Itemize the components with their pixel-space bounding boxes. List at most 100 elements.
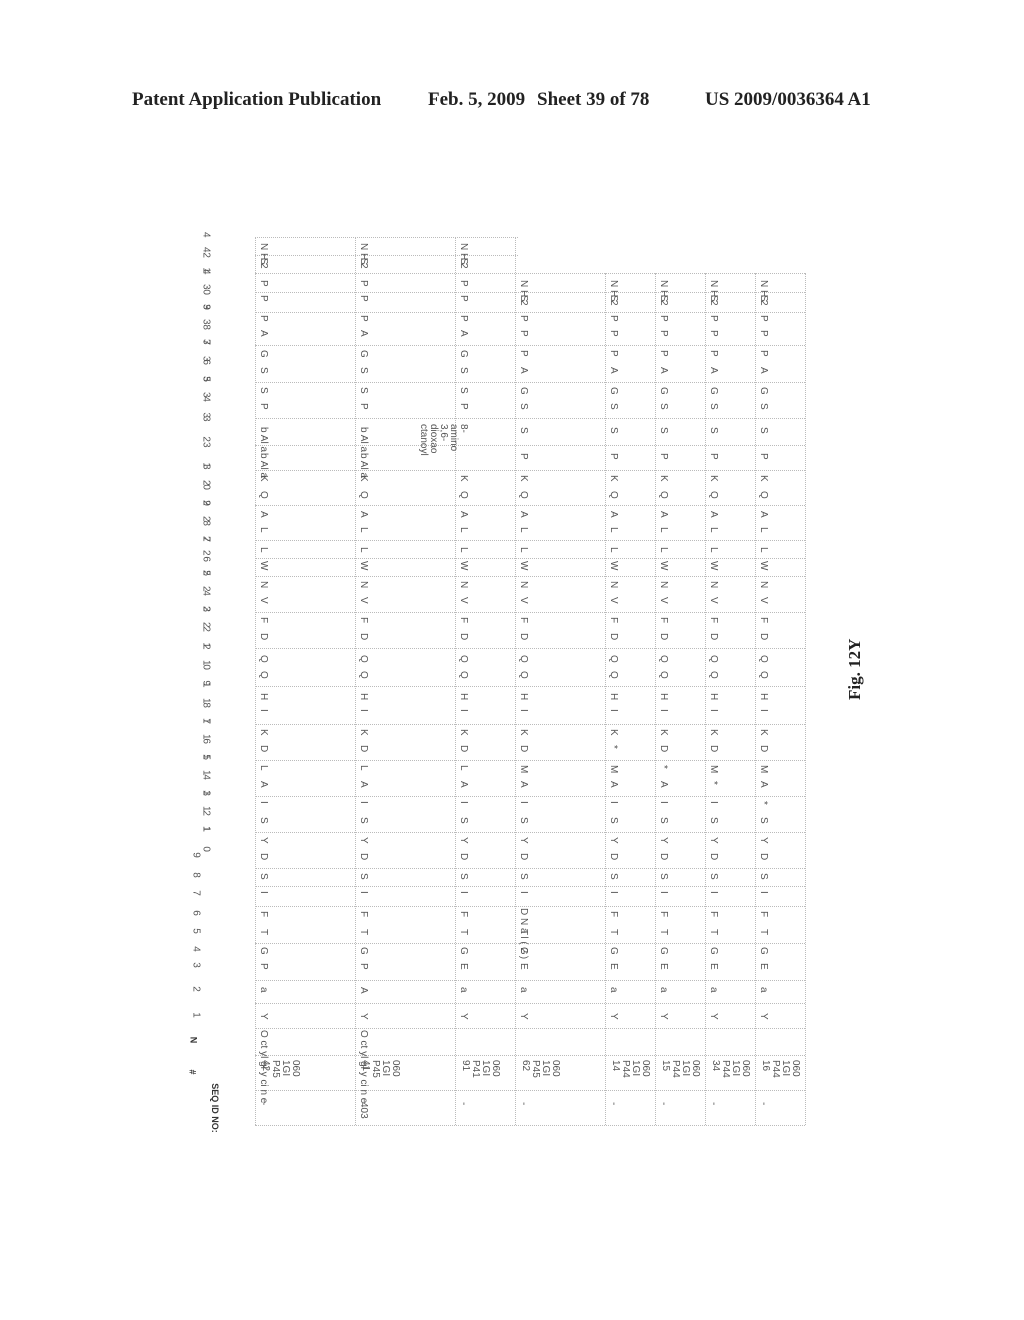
- residue-cell: A: [518, 781, 529, 788]
- row-divider: [255, 1055, 805, 1056]
- residue-cell: a: [458, 987, 469, 993]
- residue-cell: K: [708, 475, 719, 482]
- residue-cell: F: [758, 617, 769, 624]
- seq-id-header-text: SEQ ID NO:: [209, 1083, 220, 1133]
- residue-cell: a: [708, 987, 719, 993]
- residue-cell: S: [518, 295, 529, 302]
- row-divider: [255, 345, 805, 346]
- row-divider: [255, 292, 805, 293]
- residue-cell: S: [608, 873, 619, 880]
- residue-cell: F: [708, 911, 719, 918]
- residue-cell: H: [758, 693, 769, 701]
- residue-cell: A: [608, 781, 619, 788]
- residue-cell: E: [758, 963, 769, 970]
- residue-cell: N: [658, 581, 669, 589]
- residue-cell: W: [258, 561, 269, 571]
- residue-cell: K: [358, 475, 369, 482]
- residue-cell: F: [658, 617, 669, 624]
- column-divider: [705, 273, 706, 1125]
- residue-cell: P: [518, 330, 529, 337]
- row-divider: [255, 943, 805, 944]
- residue-cell: D: [658, 853, 669, 861]
- residue-cell: D: [258, 633, 269, 641]
- residue-cell: K: [608, 475, 619, 482]
- residue-cell: N: [608, 581, 619, 589]
- residue-cell: S: [608, 295, 619, 302]
- residue-cell: P: [358, 315, 369, 322]
- residue-cell: Y: [758, 1013, 769, 1020]
- residue-cell: S: [708, 873, 719, 880]
- seq-id-number: -: [658, 1102, 669, 1106]
- seq-id-number: -: [518, 1102, 529, 1106]
- residue-cell: A: [518, 367, 529, 374]
- residue-cell: E: [518, 963, 529, 970]
- residue-cell: Y: [708, 1013, 719, 1020]
- row-divider: [255, 273, 805, 274]
- residue-cell: P: [658, 453, 669, 460]
- row-divider: [255, 445, 805, 446]
- residue-cell: A: [658, 781, 669, 788]
- residue-cell: D: [258, 745, 269, 753]
- residue-cell: Q: [358, 491, 369, 499]
- residue-cell: K: [758, 729, 769, 736]
- residue-cell: I: [658, 709, 669, 712]
- residue-cell: P: [258, 295, 269, 302]
- position-label: 3 3: [190, 392, 230, 424]
- residue-cell: *: [758, 801, 769, 805]
- residue-cell: E: [608, 963, 619, 970]
- residue-cell: G: [758, 387, 769, 395]
- residue-cell: M: [708, 765, 719, 774]
- residue-cell: D: [458, 853, 469, 861]
- residue-cell: L: [358, 527, 369, 533]
- row-divider: [255, 980, 805, 981]
- residue-cell: P: [458, 315, 469, 322]
- residue-cell: K: [658, 729, 669, 736]
- residue-cell: I: [518, 709, 529, 712]
- residue-cell: D: [518, 633, 529, 641]
- residue-cell: F: [608, 617, 619, 624]
- seq-id-number: -: [758, 1102, 769, 1106]
- row-divider: [255, 558, 805, 559]
- residue-cell: a: [518, 987, 529, 993]
- residue-cell: Y: [658, 1013, 669, 1020]
- residue-cell: Y: [608, 1013, 619, 1020]
- row-divider: [255, 576, 805, 577]
- residue-cell: S: [258, 387, 269, 394]
- residue-cell: W: [518, 561, 529, 571]
- residue-cell: Q: [258, 491, 269, 499]
- residue-cell: K: [258, 729, 269, 736]
- residue-cell: A: [458, 781, 469, 788]
- residue-cell: G: [258, 947, 269, 955]
- residue-cell: Q: [758, 491, 769, 499]
- residue-cell: P: [708, 350, 719, 357]
- position-number: 9: [190, 852, 202, 864]
- sequence-id-cell: 060 1GI P44 14: [610, 1060, 651, 1078]
- residue-cell: P: [658, 330, 669, 337]
- row-divider: [255, 686, 805, 687]
- residue-cell: P: [358, 963, 369, 970]
- residue-cell: F: [258, 617, 269, 624]
- row-divider: [255, 1125, 805, 1126]
- residue-cell: I: [258, 891, 269, 894]
- residue-cell: Q: [658, 671, 669, 679]
- residue-cell: A: [708, 367, 719, 374]
- residue-cell: D: [658, 633, 669, 641]
- residue-cell: S: [758, 295, 769, 302]
- residue-cell: S: [608, 403, 619, 410]
- residue-cell: W: [608, 561, 619, 571]
- residue-cell: G: [608, 947, 619, 955]
- residue-cell: N: [258, 581, 269, 589]
- residue-cell: G: [358, 350, 369, 358]
- residue-cell: V: [608, 597, 619, 604]
- row-divider: [255, 237, 518, 238]
- row-divider: [255, 724, 805, 725]
- residue-cell: M: [518, 765, 529, 774]
- position-number: 8: [190, 872, 202, 884]
- residue-cell: L: [758, 547, 769, 553]
- position-label: 2: [190, 984, 230, 1000]
- residue-cell: I: [758, 709, 769, 712]
- residue-cell: I: [458, 801, 469, 804]
- residue-cell: P: [458, 295, 469, 302]
- row-divider: [255, 796, 805, 797]
- residue-cell: N: [358, 581, 369, 589]
